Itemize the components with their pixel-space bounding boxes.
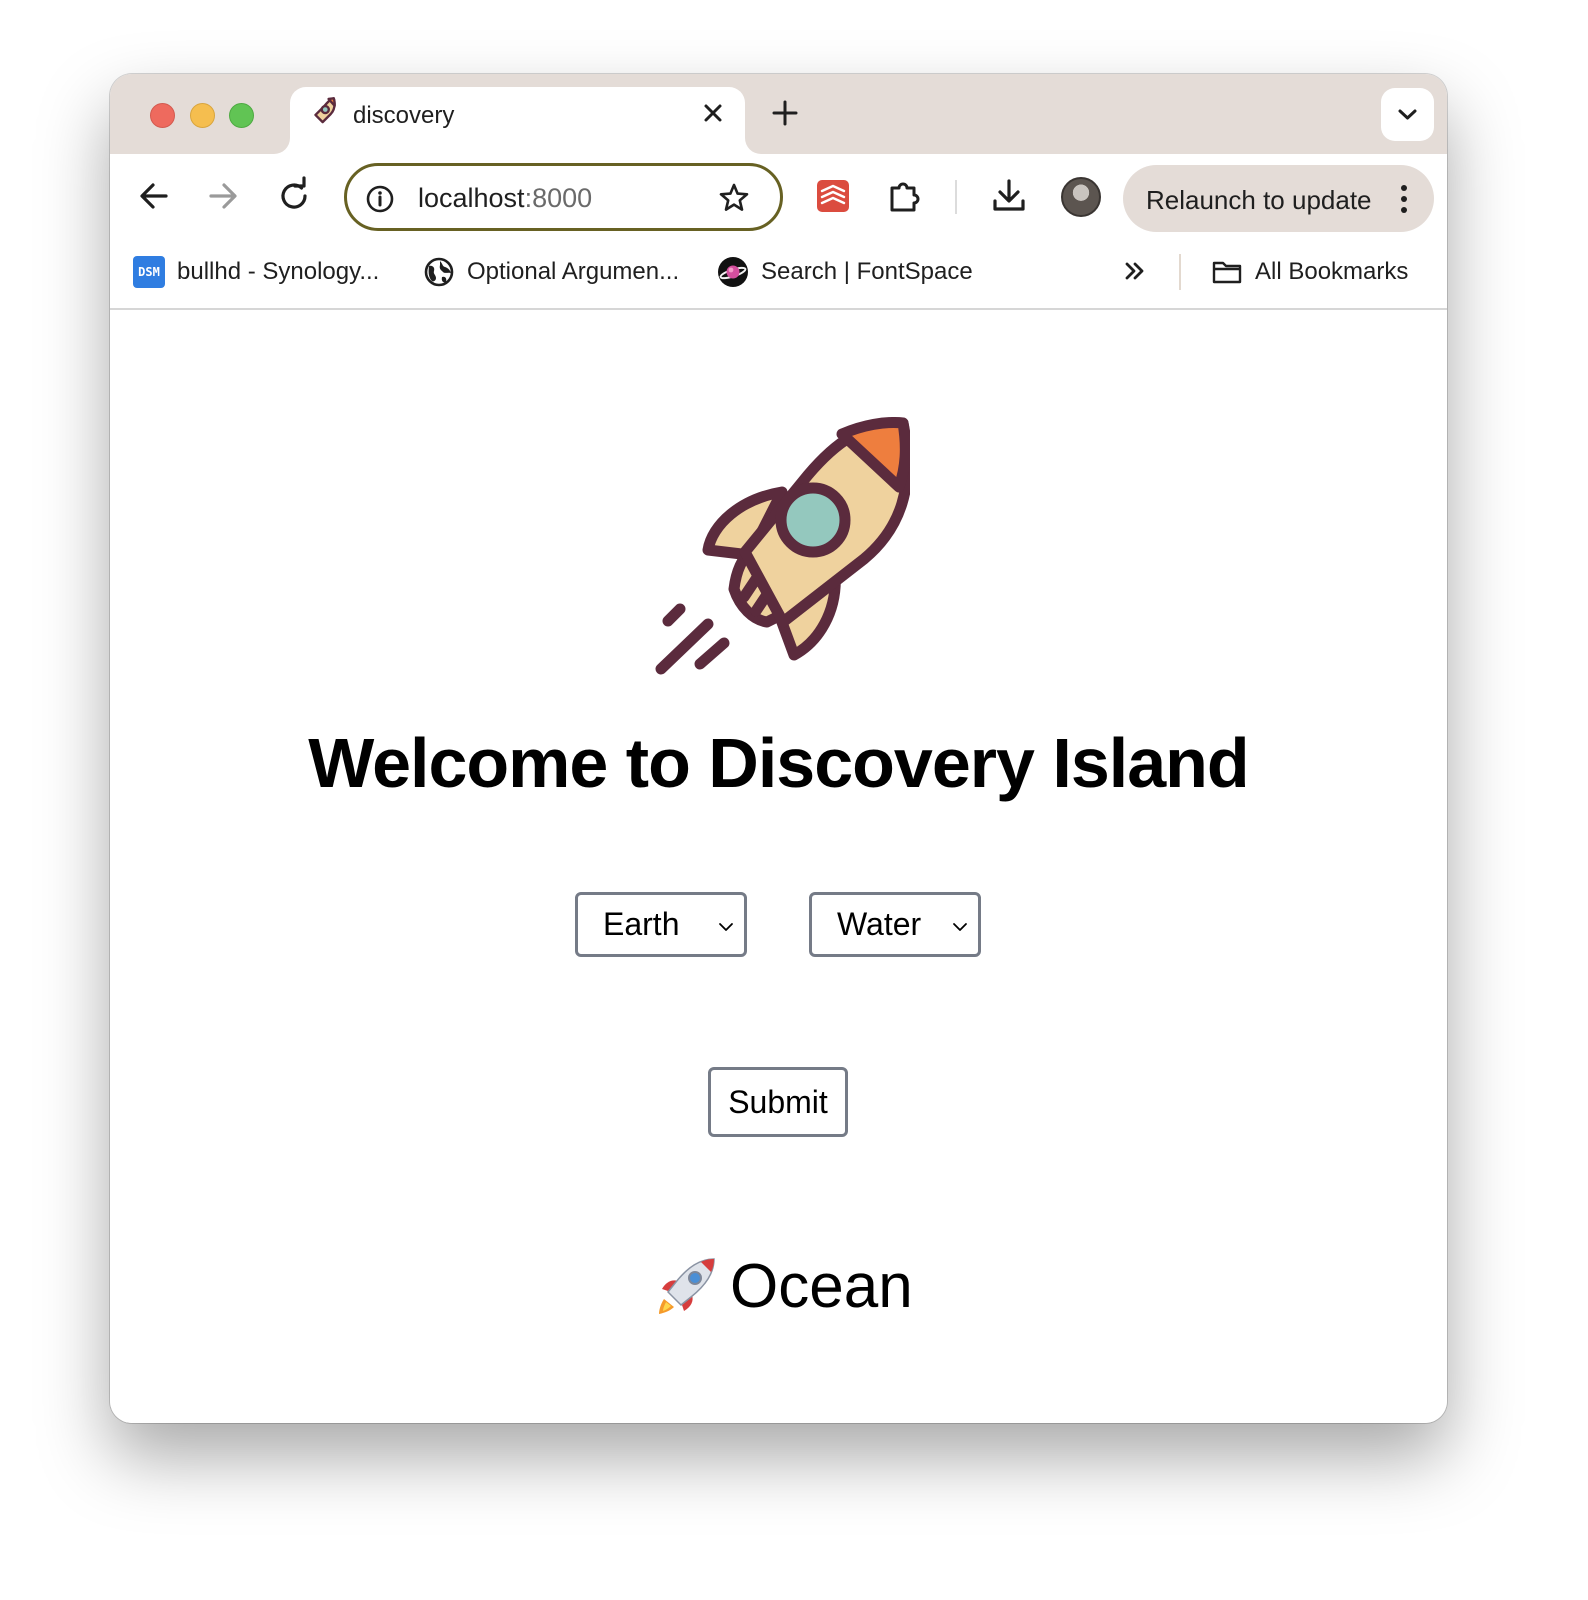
- chevron-down-icon: [953, 923, 967, 931]
- maximize-window-button[interactable]: [229, 103, 254, 128]
- toolbar-separator: [955, 180, 957, 214]
- result-text: Ocean: [730, 1252, 913, 1321]
- select-2-value: Water: [837, 906, 922, 942]
- extensions-puzzle-icon[interactable]: [885, 176, 925, 216]
- site-info-icon[interactable]: [365, 184, 395, 214]
- all-bookmarks-button[interactable]: All Bookmarks: [1211, 254, 1408, 290]
- chevron-down-icon: [719, 923, 733, 931]
- tab-search-button[interactable]: [1381, 88, 1434, 141]
- bookmark-label: Optional Argumen...: [467, 258, 680, 285]
- more-vertical-icon[interactable]: [1392, 181, 1416, 217]
- bookmark-star-icon[interactable]: [717, 181, 751, 215]
- bookmark-label: Search | FontSpace: [761, 258, 973, 285]
- tab-strip: discovery: [110, 74, 1447, 154]
- profile-avatar[interactable]: [1061, 177, 1101, 217]
- tab-title: discovery: [353, 102, 455, 129]
- page-title: Welcome to Discovery Island: [308, 724, 1249, 802]
- fontspace-icon: [718, 257, 748, 287]
- url-host: localhost: [418, 183, 525, 213]
- download-icon[interactable]: [989, 176, 1029, 216]
- address-bar[interactable]: localhost:8000: [344, 163, 783, 231]
- rocket-illustration-icon: [655, 417, 910, 675]
- bookmarks-bar: DSM bullhd - Synology... Optional Argume…: [110, 234, 1447, 310]
- reload-icon[interactable]: [274, 176, 314, 216]
- bookmark-optional-arguments[interactable]: Optional Argumen...: [423, 254, 679, 290]
- relaunch-label: Relaunch to update: [1146, 185, 1372, 215]
- bookmark-fontspace[interactable]: Search | FontSpace: [717, 254, 973, 290]
- close-tab-icon[interactable]: [699, 99, 727, 127]
- bookmarks-separator: [1179, 254, 1181, 290]
- element-select-2[interactable]: Water: [809, 892, 981, 957]
- url-port: :8000: [524, 183, 593, 213]
- element-select-1[interactable]: Earth: [575, 892, 747, 957]
- rocket-icon: [314, 97, 336, 124]
- rocket-emoji-icon: [659, 1258, 715, 1314]
- select-1-value: Earth: [603, 906, 680, 942]
- more-bookmarks-chevron-icon[interactable]: [1120, 256, 1150, 286]
- submit-button[interactable]: Submit: [708, 1067, 848, 1137]
- result-output: Ocean: [110, 1251, 1447, 1321]
- minimize-window-button[interactable]: [190, 103, 215, 128]
- browser-window: discovery localhost:8000 Relaunch to upd…: [110, 74, 1447, 1423]
- folder-icon: [1212, 261, 1242, 284]
- new-tab-icon[interactable]: [770, 98, 800, 128]
- browser-toolbar: localhost:8000 Relaunch to update: [110, 154, 1447, 234]
- address-text[interactable]: localhost:8000: [418, 183, 592, 214]
- globe-icon: [424, 257, 454, 287]
- chevron-down-icon: [1398, 109, 1417, 120]
- bookmark-label: bullhd - Synology...: [177, 258, 380, 285]
- bookmark-synology[interactable]: DSM bullhd - Synology...: [133, 254, 379, 290]
- relaunch-to-update-button[interactable]: Relaunch to update: [1123, 165, 1434, 232]
- todoist-extension-icon[interactable]: [813, 176, 853, 216]
- tab-discovery[interactable]: discovery: [290, 87, 745, 154]
- dsm-icon: DSM: [133, 256, 165, 288]
- close-window-button[interactable]: [150, 103, 175, 128]
- forward-arrow-icon[interactable]: [203, 176, 243, 216]
- back-arrow-icon[interactable]: [134, 176, 174, 216]
- page-content: Welcome to Discovery Island Earth Water …: [110, 311, 1447, 1423]
- all-bookmarks-label: All Bookmarks: [1255, 258, 1409, 285]
